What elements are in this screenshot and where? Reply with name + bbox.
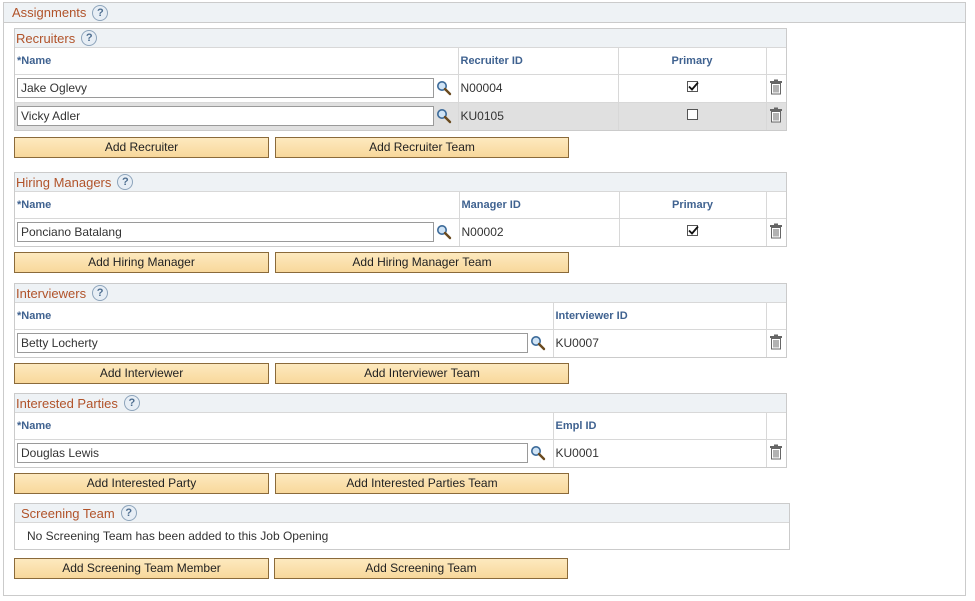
col-name: *Name [15,303,553,329]
lookup-icon[interactable] [436,80,452,96]
add-recruiter-team-button[interactable]: Add Recruiter Team [275,137,569,158]
assignments-header: Assignments ? [4,3,965,23]
add-interested-party-button[interactable]: Add Interested Party [14,473,269,494]
add-screening-team-button[interactable]: Add Screening Team [274,558,568,579]
table-row: N00004 [15,74,786,102]
assignments-title: Assignments [12,5,86,20]
screening-team-title: Screening Team [21,506,115,521]
col-delete [766,192,786,218]
recruiter-name-input[interactable] [17,78,434,98]
primary-checkbox[interactable] [687,225,698,236]
screening-team-grid: Screening Team ? No Screening Team has b… [14,503,790,550]
table-row: KU0105 [15,102,786,130]
hiring-managers-grid: Hiring Managers ? *Name Manager ID Prima… [14,172,787,247]
empty-message: No Screening Team has been added to this… [15,523,789,549]
trash-icon[interactable] [769,107,783,123]
interested-parties-grid: Interested Parties ? *Name Empl ID KU000… [14,393,787,468]
col-name: *Name [15,413,553,439]
col-interviewer-id: Interviewer ID [553,303,766,329]
help-icon[interactable]: ? [92,5,108,21]
recruiters-header: Recruiters ? [15,29,786,48]
table-row: N00002 [15,218,786,246]
recruiters-table: *Name Recruiter ID Primary N00004 KU0105 [15,48,786,130]
help-icon[interactable]: ? [124,395,140,411]
lookup-icon[interactable] [530,445,546,461]
manager-id: N00002 [459,218,619,246]
interested-parties-table: *Name Empl ID KU0001 [15,413,786,467]
recruiter-id: N00004 [458,74,618,102]
interviewers-grid: Interviewers ? *Name Interviewer ID KU00… [14,283,787,358]
col-primary: Primary [618,48,766,74]
trash-icon[interactable] [769,334,783,350]
add-interested-parties-team-button[interactable]: Add Interested Parties Team [275,473,569,494]
manager-name-input[interactable] [17,222,434,242]
recruiter-id: KU0105 [458,102,618,130]
trash-icon[interactable] [769,223,783,239]
help-icon[interactable]: ? [92,285,108,301]
col-delete [766,48,786,74]
add-interviewer-button[interactable]: Add Interviewer [14,363,269,384]
empl-id: KU0001 [553,439,766,467]
recruiters-title: Recruiters [16,31,75,46]
trash-icon[interactable] [769,79,783,95]
hiring-managers-header: Hiring Managers ? [15,173,786,192]
col-name: *Name [15,48,458,74]
add-recruiter-button[interactable]: Add Recruiter [14,137,269,158]
lookup-icon[interactable] [436,224,452,240]
hiring-managers-title: Hiring Managers [16,175,111,190]
interested-parties-header: Interested Parties ? [15,394,786,413]
col-delete [766,303,786,329]
interviewers-header: Interviewers ? [15,284,786,303]
col-primary: Primary [619,192,766,218]
help-icon[interactable]: ? [121,505,137,521]
recruiters-grid: Recruiters ? *Name Recruiter ID Primary … [14,28,787,131]
add-hiring-manager-button[interactable]: Add Hiring Manager [14,252,269,273]
interested-party-name-input[interactable] [17,443,528,463]
recruiter-name-input[interactable] [17,106,434,126]
interviewers-table: *Name Interviewer ID KU0007 [15,303,786,357]
lookup-icon[interactable] [530,335,546,351]
help-icon[interactable]: ? [81,30,97,46]
interviewers-title: Interviewers [16,286,86,301]
primary-checkbox[interactable] [687,109,698,120]
add-screening-team-member-button[interactable]: Add Screening Team Member [14,558,269,579]
col-empl-id: Empl ID [553,413,766,439]
trash-icon[interactable] [769,444,783,460]
table-row: KU0007 [15,329,786,357]
table-row: KU0001 [15,439,786,467]
primary-checkbox[interactable] [687,81,698,92]
add-interviewer-team-button[interactable]: Add Interviewer Team [275,363,569,384]
screening-team-header: Screening Team ? [15,504,789,523]
col-manager-id: Manager ID [459,192,619,218]
interviewer-id: KU0007 [553,329,766,357]
add-hiring-manager-team-button[interactable]: Add Hiring Manager Team [275,252,569,273]
help-icon[interactable]: ? [117,174,133,190]
interested-parties-title: Interested Parties [16,396,118,411]
interviewer-name-input[interactable] [17,333,528,353]
col-recruiter-id: Recruiter ID [458,48,618,74]
hiring-managers-table: *Name Manager ID Primary N00002 [15,192,786,246]
col-delete [766,413,786,439]
lookup-icon[interactable] [436,108,452,124]
col-name: *Name [15,192,459,218]
